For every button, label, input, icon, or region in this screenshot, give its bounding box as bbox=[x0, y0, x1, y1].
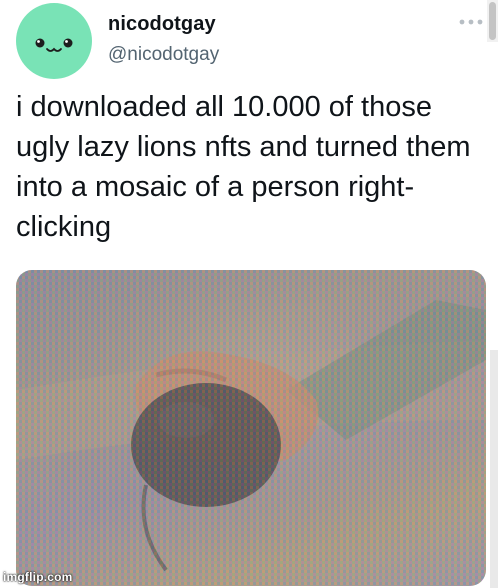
page-edge bbox=[490, 350, 498, 588]
watermark: imgflip.com bbox=[3, 570, 73, 584]
user-handle[interactable]: @nicodotgay bbox=[108, 44, 219, 66]
tweet-text: i downloaded all 10.000 of those ugly la… bbox=[16, 91, 471, 243]
display-name[interactable]: nicodotgay bbox=[108, 13, 216, 36]
avatar-face-icon bbox=[35, 38, 73, 52]
scrollbar-thumb[interactable] bbox=[489, 2, 496, 40]
mosaic-image bbox=[16, 270, 486, 586]
tweet-media-mosaic[interactable] bbox=[16, 270, 486, 586]
avatar[interactable] bbox=[16, 3, 92, 79]
scrollbar[interactable] bbox=[487, 0, 498, 42]
more-horizontal-icon[interactable] bbox=[458, 16, 484, 28]
